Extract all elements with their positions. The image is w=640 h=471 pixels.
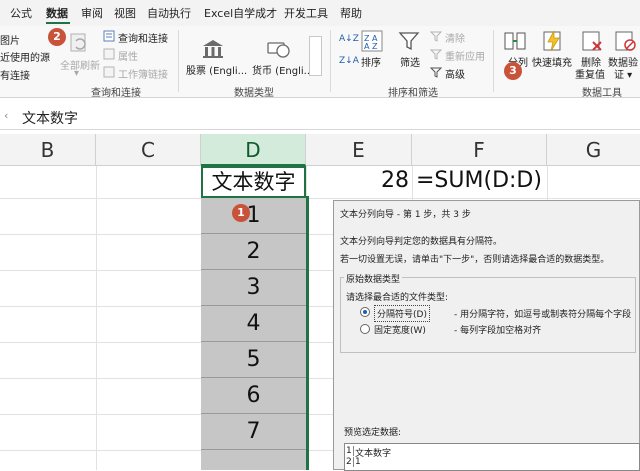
- tab-developer[interactable]: 开发工具: [284, 5, 328, 21]
- delimited-option-description: - 用分隔字符，如逗号或制表符分隔每个字段: [454, 310, 632, 320]
- cell-d-value[interactable]: 4: [201, 306, 306, 342]
- cell-d-value[interactable]: 6: [201, 378, 306, 414]
- reapply-icon: [430, 49, 442, 60]
- text-to-columns-icon: [504, 32, 526, 50]
- refresh-dropdown-chevron-icon[interactable]: ▾: [74, 68, 79, 79]
- selection-border: [306, 196, 309, 470]
- sort-descending-icon[interactable]: Z↓A: [339, 56, 359, 66]
- gridline: [96, 166, 97, 470]
- dialog-choose-label: 请选择最合适的文件类型:: [346, 293, 449, 303]
- preview-row-number: 2: [346, 457, 354, 467]
- cell-d-value[interactable]: 3: [201, 270, 306, 306]
- fixed-width-option-description: - 每列字段加空格对齐: [454, 326, 542, 336]
- dialog-section-title: 原始数据类型: [344, 272, 403, 285]
- currencies-icon: [267, 42, 290, 58]
- ribbon-recent-sources[interactable]: 近使用的源: [0, 49, 50, 64]
- properties-icon: [103, 48, 115, 60]
- column-header-d[interactable]: D: [201, 134, 306, 166]
- tab-automate[interactable]: 自动执行: [147, 5, 191, 21]
- preview-label: 预览选定数据:: [344, 428, 402, 438]
- advanced-button[interactable]: 高级: [445, 66, 465, 81]
- ribbon-separator: [493, 30, 494, 92]
- column-header-f[interactable]: F: [412, 134, 547, 166]
- preview-row-number: 1: [346, 446, 354, 456]
- workbook-links-icon: [103, 66, 115, 78]
- data-validation-icon: [615, 31, 636, 51]
- reapply-button[interactable]: 重新应用: [445, 48, 485, 63]
- cell-e1[interactable]: 28: [381, 168, 409, 193]
- cell-d-value[interactable]: 1: [201, 198, 306, 234]
- currencies-button[interactable]: 货币 (Engli...: [252, 62, 313, 77]
- remove-duplicates-label-2[interactable]: 重复值: [575, 66, 605, 81]
- column-header-e[interactable]: E: [306, 134, 412, 166]
- column-header-c[interactable]: C: [96, 134, 201, 166]
- gridline: [0, 198, 640, 199]
- filter-button[interactable]: 筛选: [400, 54, 420, 69]
- svg-text:A Z: A Z: [364, 42, 378, 51]
- radio-delimited[interactable]: [360, 307, 370, 317]
- tab-review[interactable]: 审阅: [81, 5, 103, 21]
- group-label-sort-filter: 排序和筛选: [388, 88, 438, 99]
- sort-ascending-icon[interactable]: A↓Z: [339, 34, 359, 44]
- delimited-option-label[interactable]: 分隔符号(D): [374, 305, 430, 322]
- ribbon-separator: [178, 30, 179, 92]
- tab-excel-learning[interactable]: Excel自学成才: [204, 5, 277, 21]
- column-headers: B C D E F G: [0, 134, 640, 166]
- remove-duplicates-icon: [582, 31, 602, 51]
- dialog-intro-line: 文本分列向导判定您的数据具有分隔符。: [340, 237, 503, 247]
- data-types-gallery-scroll[interactable]: [309, 36, 322, 76]
- menu-bar: 公式 数据 审阅 视图 自动执行 Excel自学成才 开发工具 帮助: [0, 0, 640, 26]
- cell-d-blank[interactable]: [201, 450, 306, 470]
- cell-d-value[interactable]: 7: [201, 414, 306, 450]
- dialog-instruction-line: 若一切设置无误，请单击"下一步"，否则请选择最合适的数据类型。: [340, 255, 610, 265]
- refresh-all-button[interactable]: 全部刷新: [60, 57, 100, 72]
- tab-formulas[interactable]: 公式: [10, 5, 32, 21]
- sort-button[interactable]: 排序: [361, 54, 381, 69]
- fixed-width-option-label[interactable]: 固定宽度(W): [374, 323, 426, 336]
- workbook-links-button[interactable]: 工作簿链接: [118, 66, 168, 81]
- data-validation-label-2[interactable]: 证 ▾: [614, 66, 632, 81]
- stocks-button[interactable]: 股票 (Engli...: [186, 62, 247, 77]
- group-label-data-types: 数据类型: [234, 88, 274, 99]
- formula-bar-content[interactable]: 文本数字: [22, 108, 78, 128]
- column-header-b[interactable]: B: [0, 134, 96, 166]
- clear-filter-icon: [430, 31, 442, 42]
- tab-view[interactable]: 视图: [114, 5, 136, 21]
- column-header-g[interactable]: G: [547, 134, 640, 166]
- filter-funnel-icon: [398, 32, 420, 51]
- advanced-filter-icon: [430, 67, 442, 78]
- annotation-badge-3: 3: [504, 62, 522, 80]
- ribbon-from-picture[interactable]: 图片: [0, 32, 20, 47]
- ribbon-separator: [330, 30, 331, 92]
- annotation-badge-2: 2: [48, 28, 66, 46]
- queries-connections-button[interactable]: 查询和连接: [118, 30, 168, 45]
- clear-button[interactable]: 清除: [445, 30, 465, 45]
- annotation-badge-1: 1: [232, 204, 250, 222]
- preview-row-text: 1: [355, 457, 361, 467]
- properties-button[interactable]: 属性: [118, 48, 138, 63]
- cell-d1[interactable]: 文本数字: [201, 166, 306, 198]
- ribbon-existing-connections[interactable]: 有连接: [0, 67, 30, 82]
- tab-data[interactable]: 数据: [46, 5, 68, 21]
- sort-icon: Z A A Z: [361, 30, 383, 52]
- text-to-columns-wizard-dialog: 文本分列向导 - 第 1 步，共 3 步 文本分列向导判定您的数据具有分隔符。 …: [333, 200, 640, 471]
- cell-d-value[interactable]: 5: [201, 342, 306, 378]
- flash-fill-button[interactable]: 快速填充: [532, 54, 572, 69]
- tab-help[interactable]: 帮助: [340, 5, 362, 21]
- flash-fill-icon: [543, 30, 561, 52]
- cell-d-value[interactable]: 2: [201, 234, 306, 270]
- refresh-all-icon[interactable]: [68, 32, 90, 54]
- group-label-data-tools: 数据工具: [582, 88, 622, 99]
- stocks-icon: [203, 40, 223, 58]
- formula-bar-chevron-icon[interactable]: ‹: [4, 109, 8, 122]
- radio-fixed-width[interactable]: [360, 324, 370, 334]
- queries-connections-icon: [103, 30, 115, 42]
- cell-f1[interactable]: =SUM(D:D): [416, 168, 542, 193]
- active-tab-indicator: [46, 22, 70, 24]
- preview-box[interactable]: 1 文本数字 2 1: [344, 443, 640, 471]
- dialog-title: 文本分列向导 - 第 1 步，共 3 步: [340, 210, 471, 220]
- formula-bar[interactable]: ‹ 文本数字: [0, 104, 640, 130]
- group-label-queries: 查询和连接: [91, 88, 141, 99]
